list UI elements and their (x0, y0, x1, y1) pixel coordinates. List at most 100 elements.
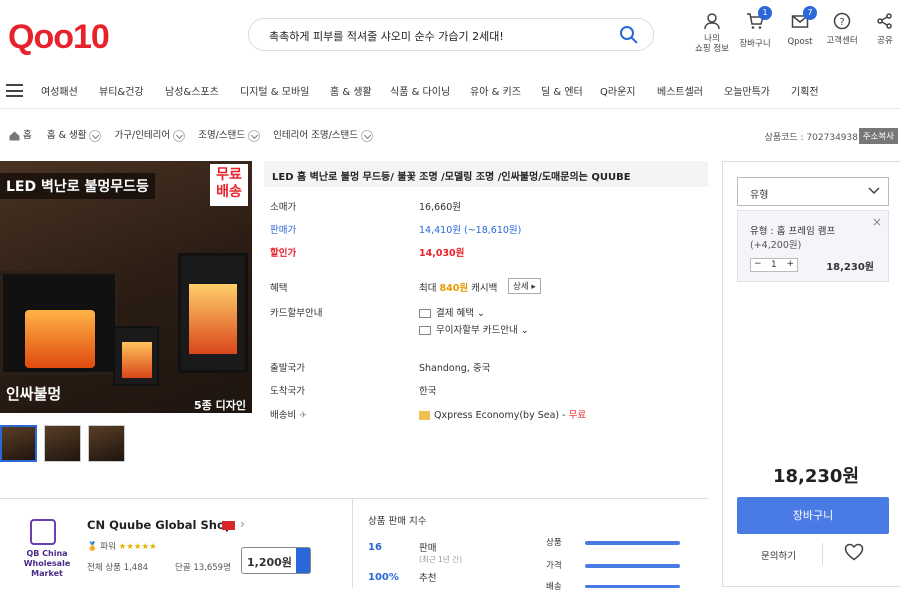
chevron-down-icon[interactable] (248, 129, 261, 142)
card-icon (419, 309, 431, 318)
small-lantern-image (113, 326, 159, 386)
search-input[interactable]: 촉촉하게 피부를 적셔줄 샤오미 순수 가습기 2세대! (269, 28, 504, 44)
customer-center-button[interactable]: ? 고객센터 (823, 12, 861, 46)
stat-recommend-label: 추천 (419, 573, 437, 584)
option-price: 18,230원 (826, 262, 874, 273)
help-icon: ? (833, 12, 851, 30)
search-icon[interactable] (619, 25, 639, 45)
seller-section: QB China Wholesale Market CN Quube Globa… (0, 498, 708, 592)
breadcrumb-item[interactable]: 인테리어 조명/스탠드 (273, 130, 358, 141)
coupon-download-icon (296, 548, 310, 573)
bar-label-shipping: 배송 (546, 582, 562, 592)
payment-benefit-link[interactable]: 결제 혜택 ⌄ (419, 305, 485, 319)
stat-sales-sub: (최근 1년 간) (419, 555, 462, 564)
shipping-method: Qxpress Economy(by Sea) - (434, 410, 566, 421)
box-icon (419, 411, 430, 420)
selected-option: 유형 : 홈 프레임 램프 (+4,200원) × − 1 + 18,230원 (737, 210, 889, 282)
nav-item[interactable]: 기획전 (791, 83, 819, 98)
benefit-suffix: 캐시백 (468, 283, 498, 294)
payment-benefit-text: 결제 혜택 (436, 308, 474, 319)
thumbnail-image[interactable] (0, 425, 37, 462)
nav-item[interactable]: 남성&스포츠 (165, 83, 219, 98)
breadcrumb-item[interactable]: 가구/인테리어 (115, 130, 171, 141)
cart-header-button[interactable]: 1 장바구니 (737, 6, 773, 49)
breadcrumb-item[interactable]: 홈 & 생활 (47, 130, 87, 141)
product-title: LED 홈 벽난로 불멍 무드등/ 불꽃 조명 /모델링 조명 /인싸불멍/도매… (264, 161, 708, 187)
nav-item[interactable]: 여성패션 (41, 83, 78, 98)
inquiry-button[interactable]: 문의하기 (761, 548, 796, 562)
seller-logo-text: QB China Wholesale Market (23, 549, 71, 578)
nav-item[interactable]: 딜 & 엔터 (541, 83, 583, 98)
search-bar[interactable]: 촉촉하게 피부를 적셔줄 샤오미 순수 가습기 2세대! (248, 18, 654, 51)
shipping-free: 무료 (568, 410, 587, 421)
seller-name[interactable]: CN Quube Global Shop (87, 518, 233, 532)
breadcrumb-item[interactable]: 조명/스탠드 (198, 130, 245, 141)
nav-item[interactable]: 오늘만특가 (724, 83, 770, 98)
medal-icon: 🏅 (87, 542, 98, 552)
seller-coupon[interactable]: 1,200원 (241, 547, 311, 574)
thumbnail-image[interactable] (88, 425, 125, 462)
qpost-count-badge: 7 (803, 6, 817, 20)
nav-item[interactable]: 식품 & 다이닝 (390, 83, 450, 98)
product-main-image[interactable]: LED 벽난로 불멍무드등 무료 배송 인싸불멍 5종 디자인 (0, 161, 252, 413)
image-banner: LED 벽난로 불멍무드등 (0, 173, 155, 199)
stat-recommend-value: 100% (368, 572, 399, 583)
cashback-amount: 840원 (439, 283, 469, 294)
shipping-value: Qxpress Economy(by Sea) - 무료 (419, 407, 586, 421)
chevron-right-icon[interactable]: › (240, 517, 245, 531)
rating-bar-price (585, 564, 680, 568)
fireplace-image (0, 271, 118, 375)
interest-free-text: 무이자할부 카드안내 (436, 325, 518, 336)
close-icon[interactable]: × (872, 215, 882, 229)
nav-item[interactable]: 홈 & 생활 (330, 83, 372, 98)
retail-price-label: 소매가 (270, 202, 297, 213)
qpost-button[interactable]: 7 Qpost (785, 6, 817, 47)
heart-icon[interactable] (844, 543, 864, 561)
image-corner-text: 인싸불멍 (6, 385, 62, 403)
benefit-value: 최대 840원 캐시백 (419, 280, 497, 294)
plus-icon[interactable]: + (786, 259, 794, 269)
discount-price: 14,030원 (419, 248, 465, 259)
destination-value: 한국 (419, 386, 437, 397)
grade-label: 파워 (100, 542, 116, 552)
plane-icon: ✈ (299, 410, 308, 421)
nav-item[interactable]: 베스트셀러 (657, 83, 703, 98)
cs-label: 고객센터 (826, 36, 858, 46)
option-select[interactable]: 유형 (737, 177, 889, 206)
my-shopping-info-button[interactable]: 나의 쇼핑 정보 (695, 12, 729, 54)
minus-icon[interactable]: − (754, 259, 762, 269)
quantity-stepper[interactable]: − 1 + (750, 258, 798, 272)
destination-label: 도착국가 (270, 386, 305, 397)
benefit-detail-button[interactable]: 상세 ▸ (508, 278, 541, 294)
nav-item[interactable]: 뷰티&건강 (99, 83, 144, 98)
address-copy-button[interactable]: 주소복사 (858, 128, 898, 144)
free-shipping-tag: 무료 배송 (210, 164, 248, 206)
menu-icon[interactable] (6, 84, 23, 97)
qoo10-logo[interactable]: Qoo10 (8, 18, 110, 57)
stat-sales-label: 판매 (419, 543, 437, 554)
stat-sales-value: 16 (368, 542, 382, 553)
sale-price-value: 14,410원 (419, 225, 461, 236)
my-label: 나의 쇼핑 정보 (695, 34, 729, 54)
thumbnail-image[interactable] (44, 425, 81, 462)
add-to-cart-button[interactable]: 장바구니 (737, 497, 889, 534)
breadcrumb-item[interactable]: 홈 (23, 130, 32, 141)
share-button[interactable]: 공유 (874, 12, 896, 46)
nav-item[interactable]: 디지털 & 모바일 (240, 83, 309, 98)
bar-label-product: 상품 (546, 538, 562, 548)
chevron-down-icon[interactable] (89, 129, 102, 142)
nav-item[interactable]: Q라운지 (600, 83, 635, 98)
card-installment-label: 카드할부안내 (270, 308, 323, 319)
card-icon (419, 326, 431, 335)
cart-label: 장바구니 (739, 39, 771, 49)
image-variants-text: 5종 디자인 (194, 399, 246, 412)
total-price: 18,230원 (773, 466, 860, 487)
nav-item[interactable]: 유아 & 키즈 (470, 83, 521, 98)
interest-free-link[interactable]: 무이자할부 카드안내 ⌄ (419, 322, 529, 336)
rating-bar-product (585, 541, 680, 545)
chevron-down-icon[interactable] (361, 129, 374, 142)
qpost-label: Qpost (787, 37, 813, 47)
chevron-down-icon[interactable] (173, 129, 186, 142)
benefit-label: 혜택 (270, 283, 288, 294)
option-extra: (+4,200원) (750, 240, 802, 251)
